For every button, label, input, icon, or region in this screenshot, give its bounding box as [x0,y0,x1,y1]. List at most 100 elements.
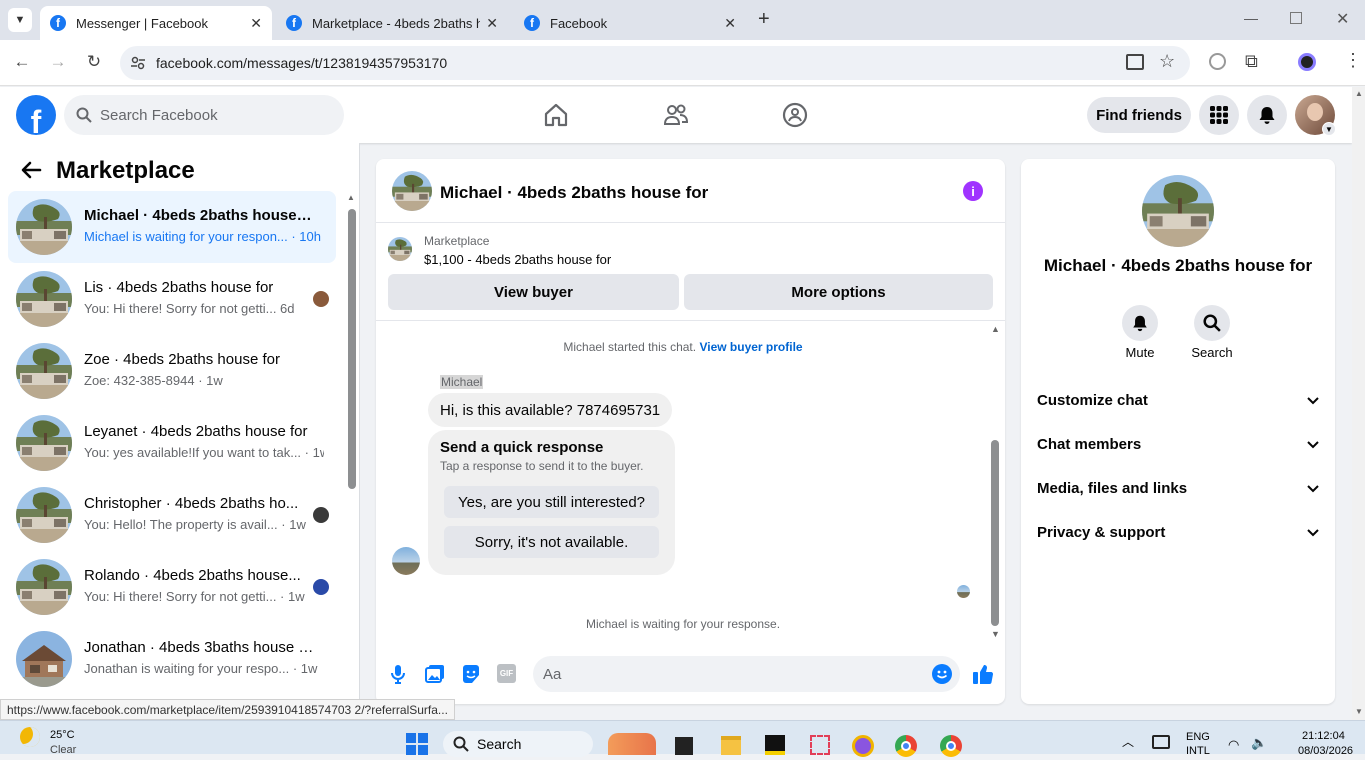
file-explorer-icon[interactable] [721,736,741,755]
conversation-item[interactable]: Michael · 4beds 2baths house for Michael … [8,191,336,263]
scrollbar-track[interactable]: ▲ [346,193,356,703]
scrollbar-thumb[interactable] [991,440,999,626]
browser-menu-icon[interactable]: ⋮ [1344,50,1362,71]
conversation-item[interactable]: Jonathan · 4beds 3baths house f... Jonath… [8,623,336,695]
listing-avatar[interactable] [392,171,432,211]
profile-extension-icon[interactable] [1298,53,1316,71]
voice-clip-icon[interactable] [390,664,406,689]
back-arrow-icon[interactable]: ← [11,52,33,72]
network-off-icon[interactable] [1152,735,1170,749]
view-buyer-profile-link[interactable]: View buyer profile [699,340,802,354]
bookmark-star-icon[interactable]: ☆ [1159,51,1175,72]
reload-icon[interactable]: ↻ [83,52,105,72]
quick-response-no-button[interactable]: Sorry, it's not available. [444,526,659,558]
windows-start-icon[interactable] [406,733,428,755]
language-indicator[interactable]: ENG [1186,731,1210,743]
search-icon [1203,314,1221,332]
conversation-item[interactable]: Leyanet · 4beds 2baths house for You: yes… [8,407,336,479]
tab-search-dropdown[interactable]: ▼ [8,8,32,32]
listing-thumbnail[interactable] [388,237,412,261]
address-bar[interactable]: facebook.com/messages/t/1238194357953170… [120,46,1190,80]
chat-members-section[interactable]: Chat members [1037,432,1319,456]
listing-price-title[interactable]: $1,100 - 4beds 2baths house for [424,252,611,267]
chevron-down-icon [1307,524,1319,541]
conversation-avatar [16,559,72,615]
taskbar-search[interactable]: Search [443,731,593,757]
back-arrow-icon[interactable] [20,159,42,186]
message-bubble[interactable]: Hi, is this available? 7874695731 [428,393,673,427]
site-info-icon[interactable] [130,55,146,71]
account-chevron-icon[interactable]: ▼ [1322,122,1336,136]
clock-time[interactable]: 21:12:04 [1302,730,1345,742]
view-buyer-button[interactable]: View buyer [388,274,679,310]
gallery-icon[interactable] [425,664,445,689]
conversation-preview: You: Hi there! Sorry for not getti... · … [84,589,305,604]
chat-title[interactable]: Michael · 4beds 2baths house for [440,183,708,203]
sticker-icon[interactable] [461,664,481,689]
people-app-icon[interactable] [608,733,656,755]
find-friends-button[interactable]: Find friends [1087,97,1191,133]
listing-profile-photo[interactable] [1142,175,1214,247]
wifi-icon[interactable]: ◠ [1228,737,1239,753]
conversation-preview: Zoe: 432-385-8944 · 1w [84,373,223,388]
conversation-item[interactable]: Lis · 4beds 2baths house for You: Hi ther… [8,263,336,335]
quick-response-yes-button[interactable]: Yes, are you still interested? [444,486,659,518]
info-icon[interactable]: i [963,181,983,201]
minimize-window-icon[interactable]: — [1244,10,1258,26]
new-tab-button[interactable]: + [758,8,770,31]
chat-started-text: Michael started this chat. [563,340,697,354]
link-status-bar: https://www.facebook.com/marketplace/ite… [0,699,455,720]
conversation-preview: Michael is waiting for your respon... · … [84,229,321,244]
emoji-icon[interactable] [932,664,952,684]
close-tab-icon[interactable]: ✕ [486,15,498,32]
sender-avatar [392,547,420,575]
message-input[interactable]: Aa [533,656,960,692]
read-receipt-avatar [313,579,329,595]
close-tab-icon[interactable]: ✕ [724,15,736,32]
volume-icon[interactable]: 🔈 [1251,735,1267,751]
tab-marketplace[interactable]: f Marketplace - 4beds 2baths house ✕ [276,6,508,40]
mute-label: Mute [1125,345,1155,360]
like-thumb-icon[interactable] [972,663,994,690]
conversation-item[interactable]: Rolando · 4beds 2baths house... You: Hi t… [8,551,336,623]
app-icon-yellow[interactable] [765,735,785,755]
mute-button[interactable] [1122,305,1158,341]
extensions-icon[interactable]: ⧉ [1245,51,1258,72]
install-app-icon[interactable] [1126,54,1144,70]
chevron-up-icon[interactable]: ︿ [1122,733,1134,750]
snip-tool-icon[interactable] [810,735,830,755]
search-in-chat-button[interactable] [1194,305,1230,341]
gif-label: GIF [499,669,514,678]
sender-name: Michael [440,375,484,389]
scrollbar-thumb[interactable] [348,209,356,489]
tab-facebook[interactable]: f Facebook ✕ [514,6,746,40]
conversation-item[interactable]: Zoe · 4beds 2baths house for Zoe: 432-385… [8,335,336,407]
menu-grid-button[interactable] [1199,95,1239,135]
close-tab-icon[interactable]: ✕ [250,15,262,32]
more-options-button[interactable]: More options [684,274,993,310]
restore-window-icon[interactable] [1290,12,1302,24]
chat-scrollbar[interactable]: ▲ ▼ [990,324,1000,642]
gif-icon[interactable]: GIF [497,664,516,683]
tab-title: Facebook [550,15,608,31]
facebook-search-input[interactable]: Search Facebook [64,95,344,135]
friends-icon[interactable] [662,101,690,129]
conversation-item[interactable]: Christopher · 4beds 2baths ho... You: Hel… [8,479,336,551]
privacy-support-section[interactable]: Privacy & support [1037,520,1319,544]
section-label: Media, files and links [1037,479,1188,497]
taskview-icon[interactable] [675,737,693,755]
page-scrollbar[interactable]: ▲ ▼ [1352,87,1365,720]
home-icon[interactable] [542,101,570,129]
close-window-icon[interactable]: ✕ [1336,9,1349,29]
weather-moon-icon[interactable] [20,727,40,747]
forward-arrow-icon[interactable]: → [47,52,69,72]
media-files-links-section[interactable]: Media, files and links [1037,476,1319,500]
tab-messenger[interactable]: f Messenger | Facebook ✕ [40,6,272,40]
translate-icon[interactable] [1209,53,1226,70]
conversation-preview: You: yes available!If you want to tak...… [84,445,324,460]
conversation-preview: Jonathan is waiting for your respo... · … [84,661,318,676]
groups-icon[interactable] [781,101,809,129]
facebook-logo-icon[interactable]: f [16,95,56,135]
notifications-button[interactable] [1247,95,1287,135]
customize-chat-section[interactable]: Customize chat [1037,388,1319,412]
